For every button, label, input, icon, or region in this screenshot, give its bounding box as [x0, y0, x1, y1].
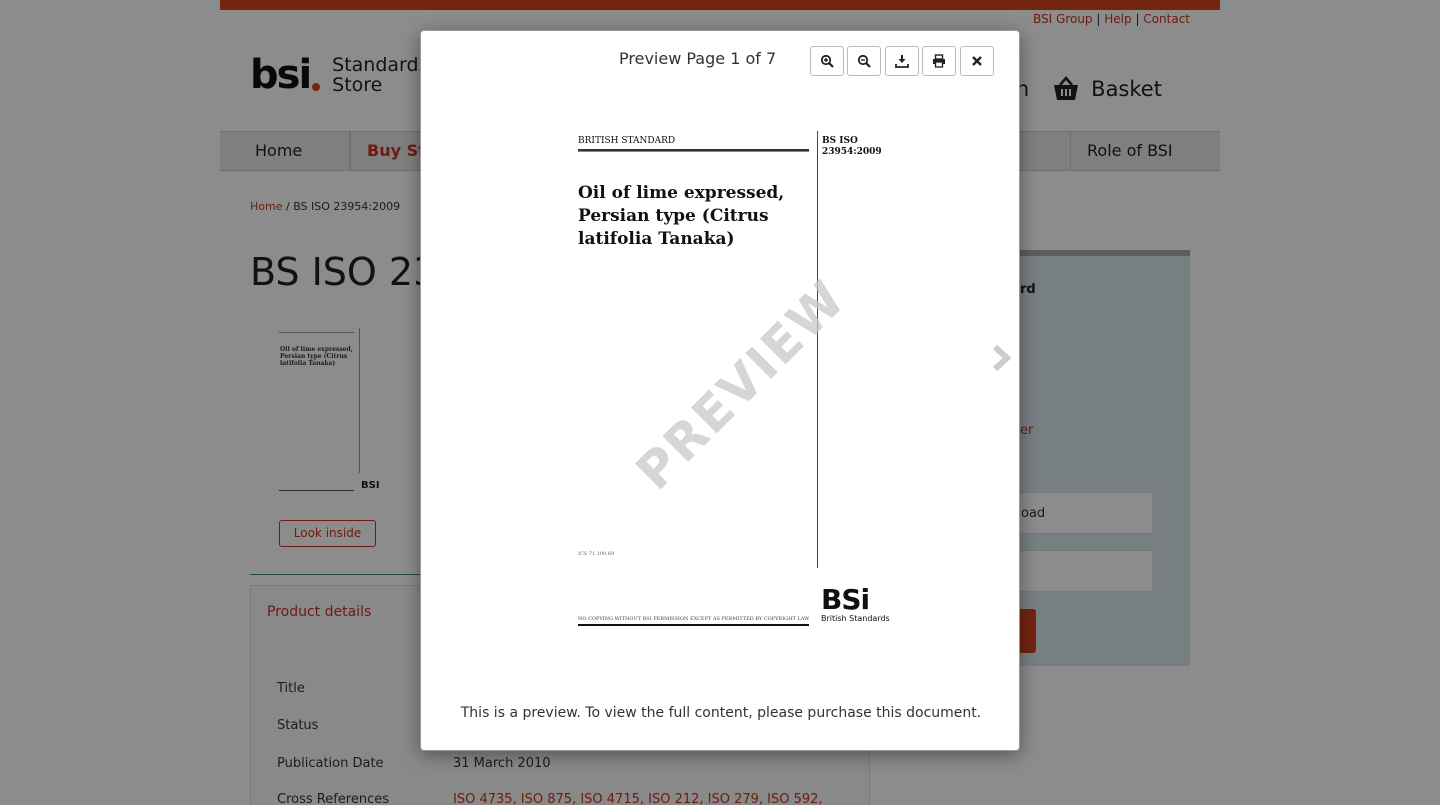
download-icon: [895, 55, 909, 68]
zoom-out-icon: [857, 54, 871, 68]
print-icon: [933, 54, 945, 68]
purchase-notice: This is a preview. To view the full cont…: [460, 705, 982, 721]
doc-header-rule: [578, 149, 809, 152]
zoom-in-icon: [820, 54, 834, 68]
doc-ics: ICS 71.100.60: [578, 551, 615, 557]
zoom-in-button[interactable]: [810, 46, 844, 76]
close-button[interactable]: [960, 46, 994, 76]
doc-copyright: NO COPYING WITHOUT BSI PERMISSION EXCEPT…: [578, 616, 809, 626]
modal-title: Preview Page 1 of 7: [619, 49, 777, 68]
next-page-chevron-icon[interactable]: [991, 343, 1013, 373]
doc-series-label: BRITISH STANDARD: [578, 136, 676, 146]
doc-logo-subtitle: British Standards: [821, 614, 890, 623]
doc-title: Oil of lime expressed, Persian type (Cit…: [578, 183, 785, 249]
doc-logo-mark: BSi: [821, 583, 870, 616]
preview-modal: Preview Page 1 of 7 BRITISH STANDARD BS …: [420, 30, 1020, 751]
zoom-out-button[interactable]: [847, 46, 881, 76]
close-icon: [972, 56, 982, 66]
print-button[interactable]: [922, 46, 956, 76]
doc-bsi-logo: BSi British Standards: [821, 583, 890, 624]
doc-code: BS ISO 23954:2009: [822, 136, 882, 157]
download-button[interactable]: [885, 46, 919, 76]
